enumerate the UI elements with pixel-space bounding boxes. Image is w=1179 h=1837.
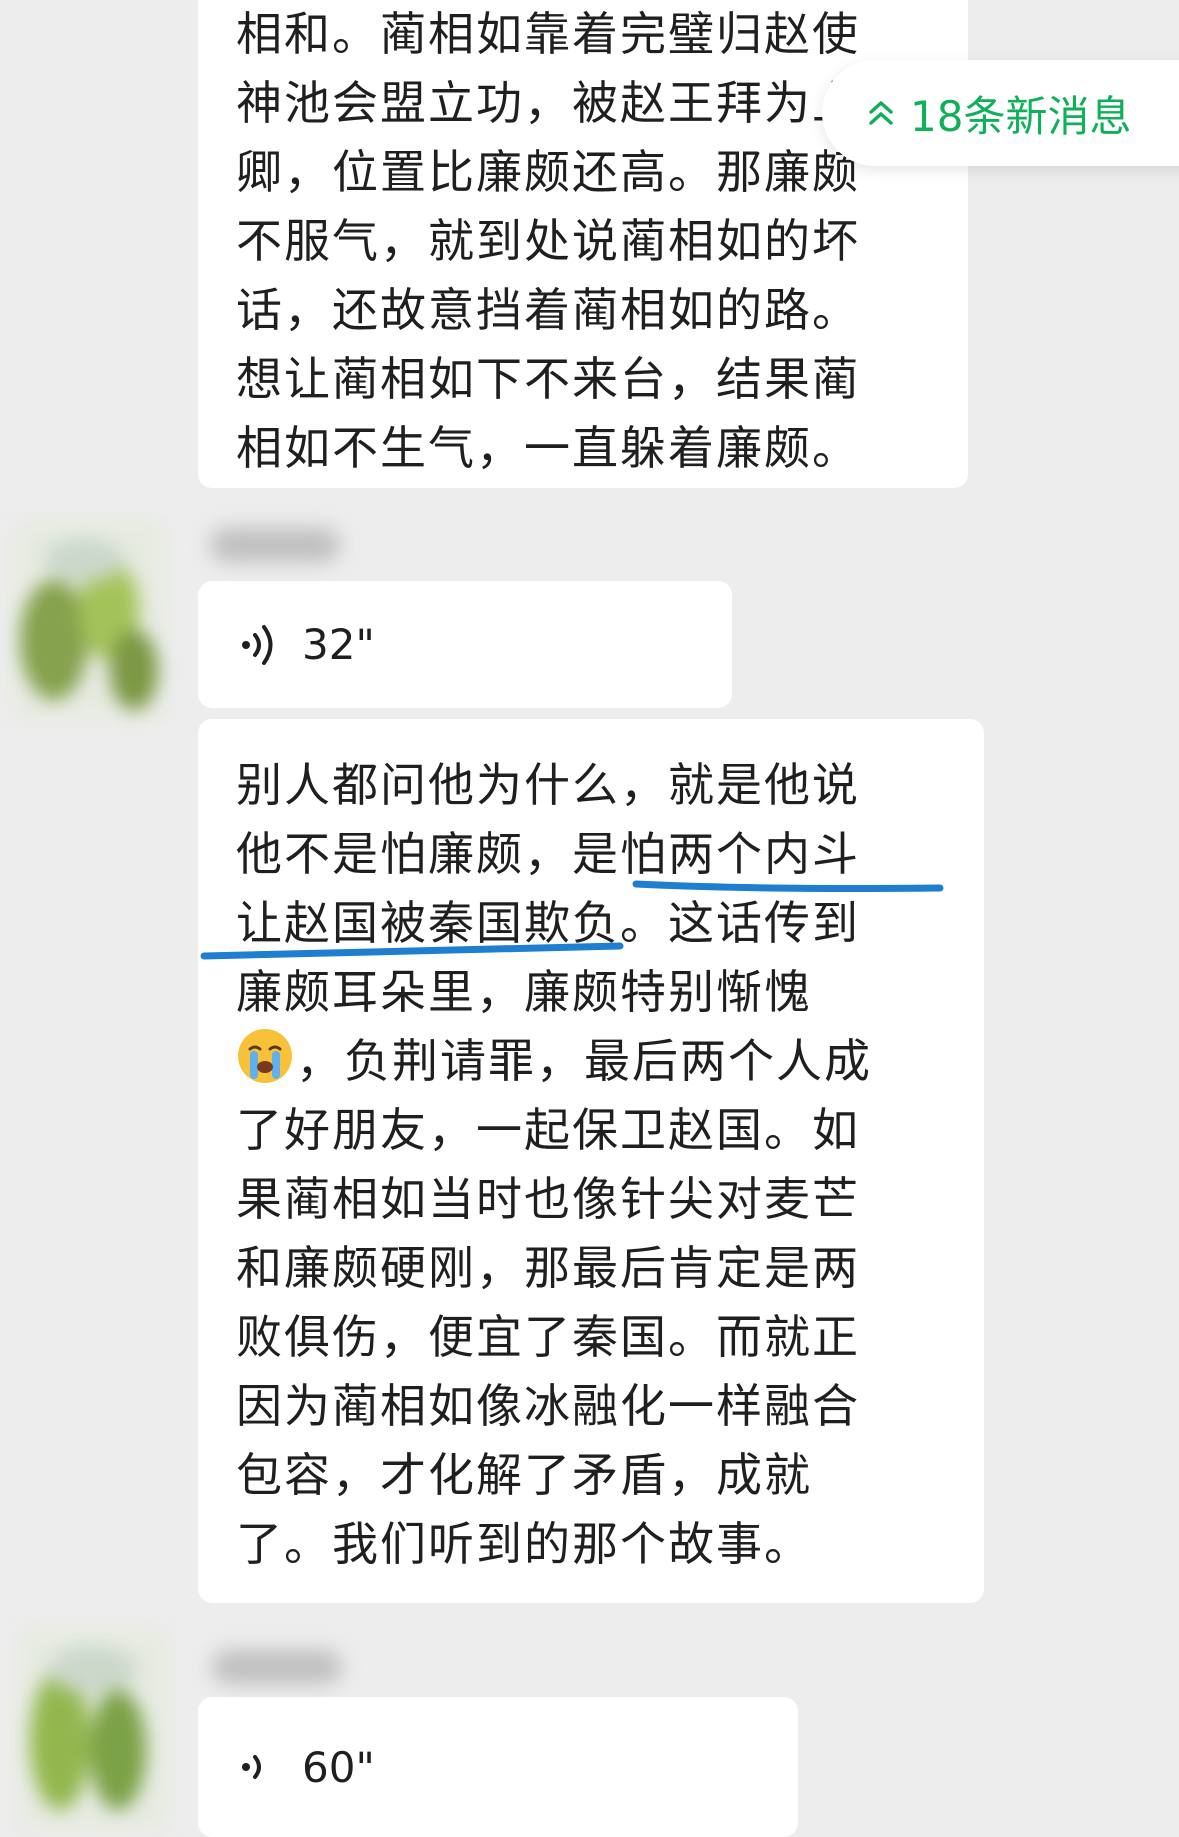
sender-name-blurred — [212, 1650, 342, 1684]
message-line: 了。我们听到的那个故事。 — [236, 1517, 812, 1571]
message-line: 败俱伤，便宜了秦国。而就正 — [236, 1310, 860, 1364]
message-line: 包容，才化解了矛盾，成就 — [236, 1448, 812, 1502]
message-line: 卿，位置比廉颇还高。那廉颇 — [236, 145, 860, 199]
message-line: 想让蔺相如下不来台，结果蔺 — [236, 352, 860, 406]
chevron-up-double-icon — [869, 101, 893, 125]
voice-wave-icon — [242, 624, 273, 665]
message-line: 相如不生气，一直躲着廉颇。 — [236, 421, 860, 475]
voice-message[interactable]: 60" — [198, 1697, 798, 1837]
message-line: 相和。蔺相如靠着完璧归赵使 — [236, 7, 860, 61]
sender-name-blurred — [210, 528, 340, 562]
message-line: 了好朋友，一起保卫赵国。如 — [236, 1103, 860, 1157]
new-messages-button[interactable]: 18条新消息 — [822, 60, 1179, 166]
new-messages-label: 18条新消息 — [910, 91, 1132, 141]
message-line-text: ，负荆请罪，最后两个人成 — [296, 1034, 872, 1088]
voice-duration: 60" — [302, 1742, 375, 1792]
message-line: 别人都问他为什么，就是他说 — [236, 758, 860, 812]
message-line: 话，还故意挡着蔺相如的路。 — [236, 283, 860, 337]
avatar[interactable] — [14, 520, 164, 720]
message-line: 让赵国被秦国欺负。这话传到 — [236, 896, 860, 950]
avatar[interactable] — [18, 1630, 168, 1830]
voice-wave-icon — [242, 1755, 261, 1779]
message-line: 不服气，就到处说蔺相如的坏 — [236, 214, 860, 268]
chat-conversation: 相和。蔺相如靠着完璧归赵使 神池会盟立功，被赵王拜为上 卿，位置比廉颇还高。那廉… — [0, 0, 1179, 1837]
message-line: 和廉颇硬刚，那最后肯定是两 — [236, 1241, 860, 1295]
message-line: 果蔺相如当时也像针尖对麦芒 — [236, 1172, 860, 1226]
voice-message[interactable]: 32" — [198, 581, 732, 708]
voice-duration: 32" — [302, 620, 375, 669]
crying-face-icon — [238, 1029, 292, 1083]
message-bubble-text[interactable]: 别人都问他为什么，就是他说 他不是怕廉颇，是怕两个内斗 让赵国被秦国欺负。这话传… — [198, 719, 984, 1603]
message-line: 因为蔺相如像冰融化一样融合 — [236, 1379, 860, 1433]
message-line-with-emoji: ，负荆请罪，最后两个人成 — [236, 1027, 944, 1096]
message-line: 他不是怕廉颇，是怕两个内斗 — [236, 827, 860, 881]
message-line: 廉颇耳朵里，廉颇特别惭愧 — [236, 965, 812, 1019]
